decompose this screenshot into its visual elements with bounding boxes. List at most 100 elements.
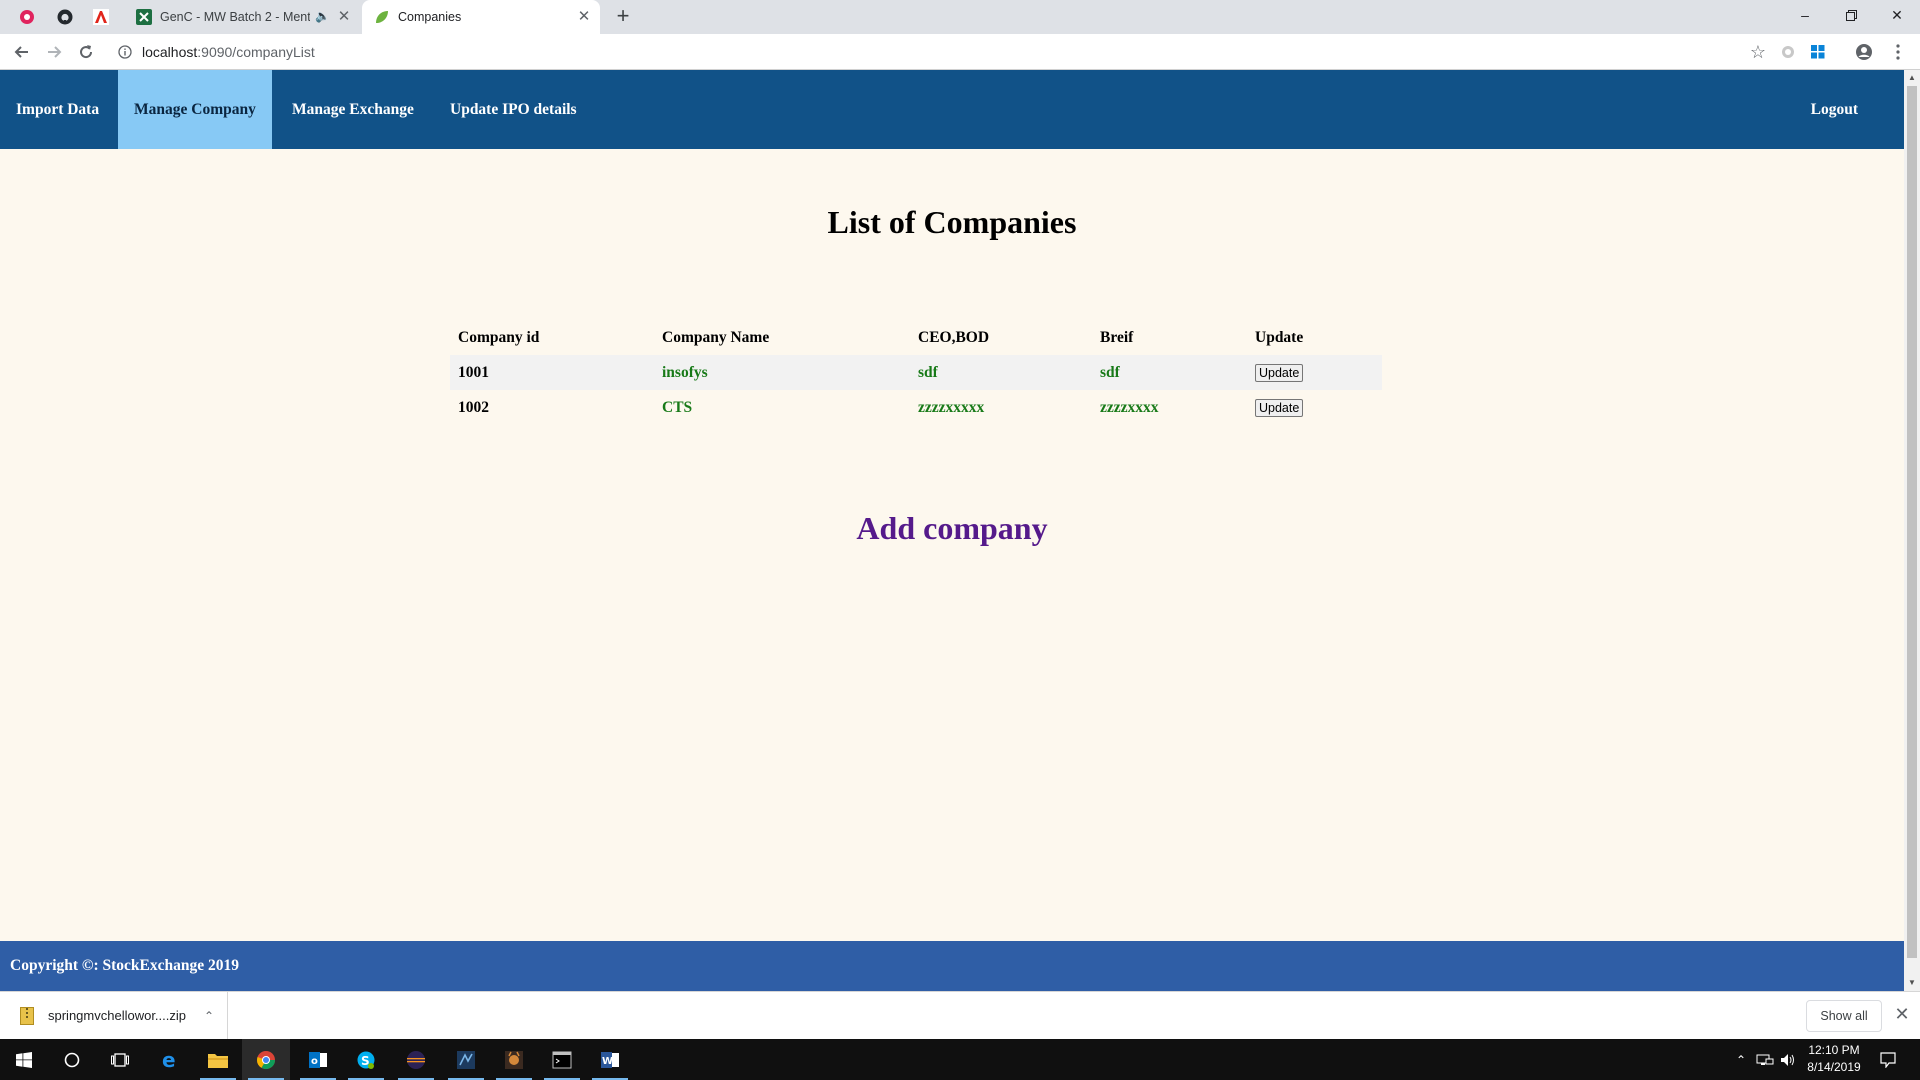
taskbar-terminal[interactable] (538, 1039, 586, 1080)
companies-table: Company id Company Name CEO,BOD Breif Up… (450, 320, 1382, 425)
header-update: Update (1255, 328, 1304, 346)
nav-update-ipo-details[interactable]: Update IPO details (434, 70, 593, 149)
tab-companies[interactable]: Companies ✕ (362, 0, 600, 34)
taskbar-mysql-workbench[interactable] (442, 1039, 490, 1080)
task-view-icon (111, 1052, 129, 1067)
chevron-up-icon[interactable]: ⌃ (204, 1009, 214, 1023)
top-navbar: Import Data Manage Company Manage Exchan… (0, 70, 1904, 149)
restore-button[interactable] (1828, 0, 1874, 30)
url-path: :9090/companyList (197, 44, 315, 60)
close-download-shelf-icon[interactable]: ✕ (1892, 1004, 1912, 1028)
forward-button[interactable] (42, 40, 66, 64)
kebab-menu-icon (1896, 44, 1900, 60)
windows-start-icon (16, 1051, 32, 1068)
tab-title: Companies (398, 10, 462, 24)
pinned-tab-adobe[interactable] (88, 6, 114, 28)
folder-icon (208, 1053, 228, 1068)
arrow-left-icon (14, 46, 28, 58)
close-tab-icon[interactable]: ✕ (336, 9, 352, 25)
bookmark-star-icon[interactable]: ☆ (1748, 42, 1768, 62)
header-ceo-bod: CEO,BOD (918, 328, 990, 346)
edge-icon: e (162, 1050, 176, 1070)
cell-company-name: insofys (662, 363, 708, 381)
scrollbar-thumb[interactable] (1907, 86, 1917, 958)
scroll-down-arrow-icon[interactable]: ▼ (1904, 975, 1920, 991)
add-company-link[interactable]: Add company (0, 510, 1904, 547)
speaker-mute-icon[interactable]: 🔈 (315, 9, 330, 23)
nav-logout[interactable]: Logout (1795, 70, 1874, 149)
tray-chevron-up-icon[interactable]: ⌃ (1736, 1039, 1746, 1080)
adobe-icon (93, 9, 109, 25)
taskbar-word[interactable]: W (586, 1039, 634, 1080)
nav-manage-company[interactable]: Manage Company (118, 70, 272, 149)
table-row: 1001 insofys sdf sdf Update (450, 355, 1382, 390)
search-circle-icon (64, 1052, 80, 1067)
cell-brief: sdf (1100, 363, 1120, 381)
close-window-button[interactable]: ✕ (1874, 0, 1920, 30)
taskbar-file-explorer[interactable] (194, 1039, 242, 1080)
svg-text:e: e (162, 1050, 176, 1070)
network-icon[interactable] (1756, 1039, 1774, 1080)
windows-taskbar: e o S W ⌃ 12:10 PM 8/14/2019 (0, 1039, 1920, 1080)
nav-manage-exchange[interactable]: Manage Exchange (276, 70, 430, 149)
start-button[interactable] (0, 1039, 48, 1080)
taskbar-edge[interactable]: e (146, 1039, 194, 1080)
cell-ceo-bod: zzzzxxxxx (918, 398, 985, 416)
download-filename: springmvchellowor....zip (48, 1008, 186, 1023)
spring-leaf-icon (376, 11, 388, 23)
volume-icon[interactable] (1780, 1039, 1796, 1080)
site-info-icon[interactable] (116, 43, 134, 61)
cell-company-id: 1002 (458, 398, 489, 416)
clock-date: 8/14/2019 (1807, 1060, 1861, 1074)
chrome-icon (257, 1050, 275, 1069)
header-company-name: Company Name (662, 328, 770, 346)
profile-button[interactable] (1852, 40, 1876, 64)
address-bar[interactable]: localhost:9090/companyList ☆ (106, 38, 1776, 66)
pinned-tab-github[interactable] (52, 6, 78, 28)
excel-icon (136, 9, 152, 25)
taskbar-tomcat[interactable] (490, 1039, 538, 1080)
pinned-tab-cast[interactable] (14, 6, 40, 28)
taskbar-outlook[interactable]: o (294, 1039, 342, 1080)
svg-text:o: o (311, 1056, 318, 1067)
reload-icon (80, 45, 93, 59)
extension-button[interactable] (1776, 40, 1800, 64)
update-button[interactable]: Update (1255, 398, 1304, 417)
browser-tab-strip: GenC - MW Batch 2 - Mento 🔈 ✕ Companies … (0, 0, 1920, 34)
table-row: 1002 CTS zzzzxxxxx zzzzxxxx Update (450, 390, 1382, 425)
task-view-button[interactable] (96, 1039, 144, 1080)
cell-company-id: 1001 (458, 363, 489, 381)
show-all-button[interactable]: Show all (1806, 1000, 1882, 1032)
cortana-button[interactable] (48, 1039, 96, 1080)
windows-extension-button[interactable] (1806, 40, 1830, 64)
eclipse-icon (407, 1050, 425, 1069)
terminal-icon (552, 1051, 572, 1068)
taskbar-clock[interactable]: 12:10 PM 8/14/2019 (1798, 1042, 1870, 1076)
clock-time: 12:10 PM (1808, 1043, 1860, 1057)
account-circle-icon (1856, 44, 1872, 60)
extension-circle-icon (1782, 46, 1794, 58)
download-item[interactable]: springmvchellowor....zip ⌃ (0, 992, 228, 1039)
svg-text:W: W (602, 1056, 613, 1067)
nav-import-data[interactable]: Import Data (0, 70, 115, 149)
new-tab-button[interactable]: + (612, 5, 634, 28)
cell-brief: zzzzxxxx (1100, 398, 1159, 416)
taskbar-skype[interactable]: S (342, 1039, 390, 1080)
taskbar-eclipse[interactable] (392, 1039, 440, 1080)
minimize-button[interactable]: – (1782, 0, 1828, 30)
scroll-up-arrow-icon[interactable]: ▲ (1904, 70, 1920, 86)
tab-genc[interactable]: GenC - MW Batch 2 - Mento 🔈 ✕ (128, 0, 360, 34)
action-center-icon[interactable] (1880, 1039, 1896, 1080)
update-button[interactable]: Update (1255, 363, 1304, 382)
taskbar-chrome[interactable] (242, 1039, 290, 1080)
url-text: localhost:9090/companyList (142, 44, 315, 60)
reload-button[interactable] (74, 40, 98, 64)
arrow-right-icon (48, 46, 62, 58)
cell-update: Update (1247, 355, 1382, 390)
close-tab-icon[interactable]: ✕ (576, 9, 592, 25)
cell-company-name: CTS (662, 398, 693, 416)
back-button[interactable] (10, 40, 34, 64)
browser-menu-button[interactable] (1886, 40, 1910, 64)
vertical-scrollbar[interactable]: ▲ ▼ (1904, 70, 1920, 991)
zip-file-icon (20, 1006, 34, 1025)
